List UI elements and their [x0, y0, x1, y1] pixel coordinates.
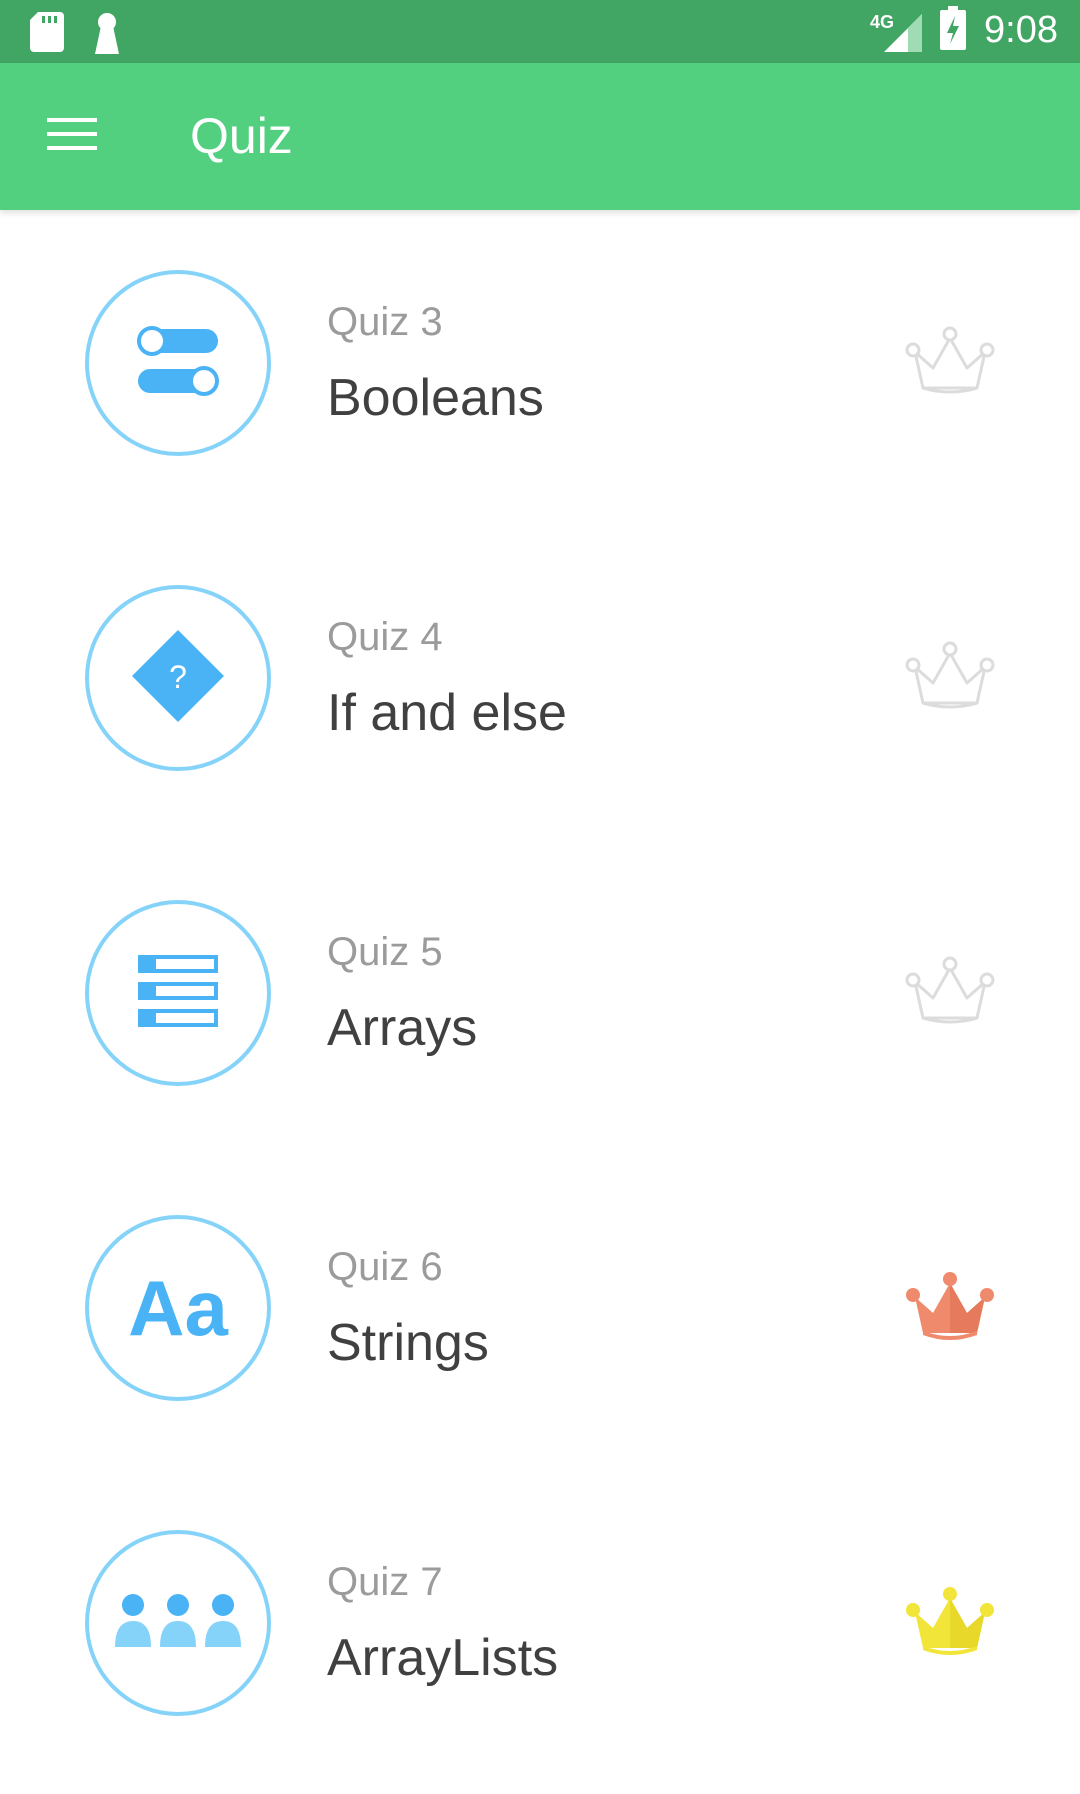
quiz-number: Quiz 3 [327, 300, 443, 344]
quiz-title: ArrayLists [327, 1629, 559, 1687]
quiz-title: Strings [327, 1314, 489, 1372]
quiz-item-if-and-else[interactable]: ? Quiz 4 If and else [0, 525, 1080, 840]
toggle-switches-icon [136, 323, 220, 404]
keyhole-icon [94, 12, 120, 59]
status-right-icons: 4G 9:08 [870, 6, 1058, 55]
quiz-title: If and else [327, 684, 567, 742]
text-aa-icon: Aa [128, 1269, 228, 1347]
quiz-icon-circle: Aa [85, 1215, 271, 1401]
quiz-number: Quiz 7 [327, 1560, 443, 1604]
crown-outline-icon [905, 954, 995, 1026]
quiz-number: Quiz 5 [327, 930, 443, 974]
quiz-item-arrays[interactable]: Quiz 5 Arrays [0, 840, 1080, 1155]
quiz-item-arraylists[interactable]: Quiz 7 ArrayLists [0, 1470, 1080, 1785]
quiz-icon-circle [85, 1530, 271, 1716]
sd-card-icon [30, 12, 64, 59]
status-bar: 4G 9:08 [0, 0, 1080, 63]
page-title: Quiz [190, 108, 293, 164]
crown-outline-icon [905, 639, 995, 711]
people-group-icon [113, 1591, 243, 1656]
battery-charging-icon [940, 6, 967, 55]
network-type-label: 4G [870, 11, 895, 32]
status-left-icons [30, 12, 120, 59]
quiz-icon-circle [85, 900, 271, 1086]
hamburger-menu-icon [45, 116, 99, 157]
signal-icon: 4G [870, 8, 923, 54]
quiz-icon-circle: ? [85, 585, 271, 771]
quiz-title: Arrays [327, 999, 478, 1057]
crown-filled-orange-icon [905, 1269, 995, 1341]
quiz-item-strings[interactable]: Aa Quiz 6 Strings [0, 1155, 1080, 1470]
status-time: 9:08 [984, 9, 1058, 51]
quiz-icon-circle [85, 270, 271, 456]
quiz-number: Quiz 6 [327, 1245, 443, 1289]
crown-outline-icon [905, 324, 995, 396]
question-diamond-icon: ? [130, 628, 226, 729]
svg-text:?: ? [169, 659, 187, 695]
stacked-bars-icon [136, 951, 220, 1036]
quiz-title: Booleans [327, 369, 544, 427]
app-bar: Quiz [0, 63, 1080, 210]
text-aa-icon-label: Aa [128, 1264, 228, 1352]
quiz-item-booleans[interactable]: Quiz 3 Booleans [0, 210, 1080, 525]
menu-button[interactable] [30, 101, 114, 171]
quiz-number: Quiz 4 [327, 615, 443, 659]
crown-filled-yellow-icon [905, 1584, 995, 1656]
